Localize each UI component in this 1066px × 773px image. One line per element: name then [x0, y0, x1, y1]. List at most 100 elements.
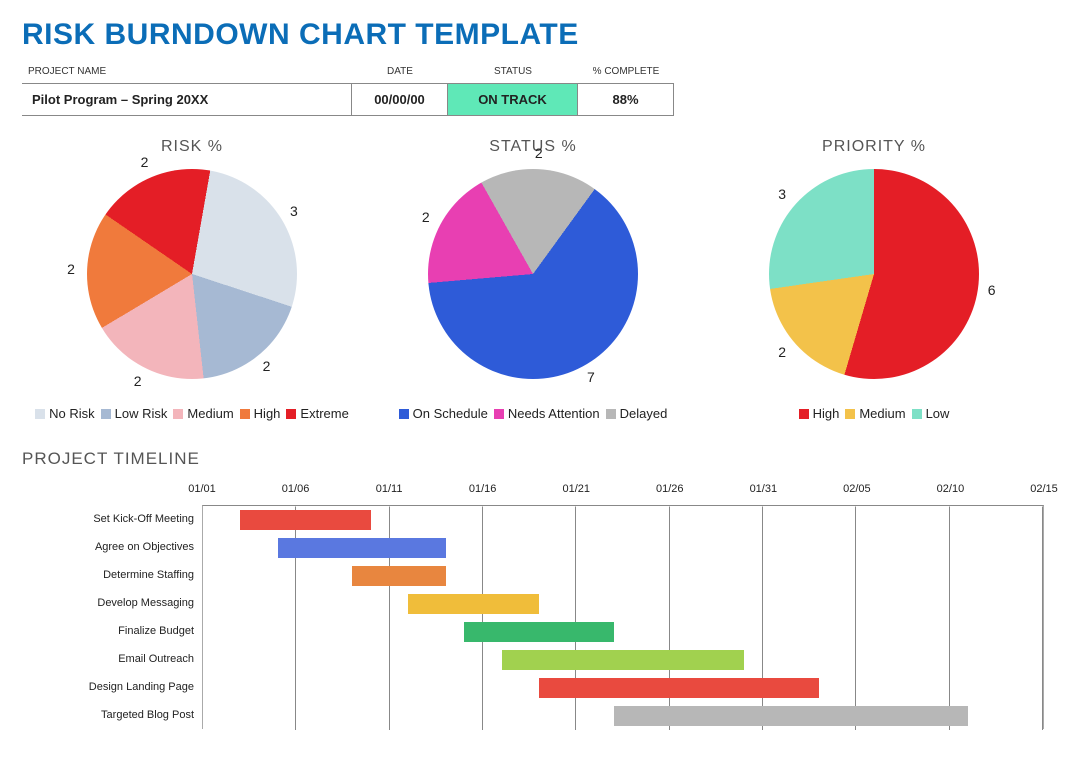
gantt-axis-tick: 01/21	[562, 483, 590, 495]
gantt-task-row	[203, 674, 1043, 702]
pie-data-label: 7	[587, 369, 595, 385]
gantt-task-label: Email Outreach	[22, 645, 202, 673]
gantt-axis-tick: 01/16	[469, 483, 497, 495]
gantt-task-row	[203, 618, 1043, 646]
gantt-chart: Set Kick-Off MeetingAgree on ObjectivesD…	[22, 505, 1044, 729]
gantt-task-label: Set Kick-Off Meeting	[22, 505, 202, 533]
pie-data-label: 2	[422, 209, 430, 225]
gantt-task-label: Finalize Budget	[22, 617, 202, 645]
pie-data-label: 2	[778, 344, 786, 360]
legend-label: Delayed	[620, 406, 668, 421]
legend-item: Medium	[845, 406, 905, 421]
gantt-axis-tick: 02/15	[1030, 483, 1058, 495]
legend-item: On Schedule	[399, 406, 488, 421]
risk-chart: RISK % 3 2 2 2 2 No Risk Low Risk Medium High Ex…	[32, 138, 352, 421]
gantt-task-label: Design Landing Page	[22, 673, 202, 701]
priority-pie: 623	[764, 164, 984, 384]
pie-data-label: 2	[141, 154, 149, 170]
gantt-task-bar	[539, 678, 819, 698]
pie-slices	[428, 169, 638, 379]
risk-chart-title: RISK %	[32, 138, 352, 156]
gantt-axis-tick: 02/10	[937, 483, 965, 495]
gantt-task-label: Targeted Blog Post	[22, 701, 202, 729]
legend-item: Low	[912, 406, 950, 421]
gantt-task-row	[203, 562, 1043, 590]
pie-slices	[87, 169, 297, 379]
gantt-task-bar	[502, 650, 745, 670]
legend-swatch	[173, 409, 183, 419]
gantt-task-bar	[278, 538, 446, 558]
td-status: ON TRACK	[448, 83, 578, 116]
gantt-task-label: Agree on Objectives	[22, 533, 202, 561]
legend-swatch	[799, 409, 809, 419]
gantt-task-label: Develop Messaging	[22, 589, 202, 617]
legend-label: High	[254, 406, 281, 421]
gantt-axis-tick: 01/06	[282, 483, 310, 495]
gantt-task-label: Determine Staffing	[22, 561, 202, 589]
legend-item: Delayed	[606, 406, 668, 421]
legend-swatch	[35, 409, 45, 419]
gantt-task-row	[203, 506, 1043, 534]
pie-data-label: 3	[778, 186, 786, 202]
th-project-name: PROJECT NAME	[22, 62, 352, 83]
gantt-task-row	[203, 590, 1043, 618]
page-title: RISK BURNDOWN CHART TEMPLATE	[22, 18, 1044, 52]
th-status: STATUS	[448, 62, 578, 83]
gantt-task-row	[203, 534, 1043, 562]
legend-swatch	[606, 409, 616, 419]
gantt-axis-tick: 01/26	[656, 483, 684, 495]
project-summary-table: PROJECT NAME DATE STATUS % COMPLETE Pilo…	[22, 62, 1044, 116]
legend-item: Medium	[173, 406, 233, 421]
legend-swatch	[286, 409, 296, 419]
gantt-task-row	[203, 702, 1043, 730]
pie-data-label: 2	[134, 373, 142, 389]
legend-item: Extreme	[286, 406, 348, 421]
gantt-task-bar	[464, 622, 613, 642]
gantt-task-bar	[614, 706, 969, 726]
priority-chart-title: PRIORITY %	[714, 138, 1034, 156]
risk-pie: 32222	[82, 164, 302, 384]
timeline-title: PROJECT TIMELINE	[22, 449, 1044, 469]
pie-data-label: 2	[263, 358, 271, 374]
legend-swatch	[845, 409, 855, 419]
legend-label: Needs Attention	[508, 406, 600, 421]
td-date: 00/00/00	[352, 83, 448, 116]
th-date: DATE	[352, 62, 448, 83]
th-complete: % COMPLETE	[578, 62, 674, 83]
legend-item: High	[240, 406, 281, 421]
legend-swatch	[101, 409, 111, 419]
status-pie: 722	[423, 164, 643, 384]
pie-data-label: 2	[67, 261, 75, 277]
gantt-axis-tick: 01/01	[188, 483, 216, 495]
gantt-axis-tick: 01/31	[750, 483, 778, 495]
status-chart-title: STATUS %	[373, 138, 693, 156]
legend-label: Medium	[187, 406, 233, 421]
legend-swatch	[494, 409, 504, 419]
pie-slices	[769, 169, 979, 379]
legend-swatch	[912, 409, 922, 419]
legend-item: No Risk	[35, 406, 95, 421]
legend-swatch	[240, 409, 250, 419]
legend-label: Low Risk	[115, 406, 168, 421]
legend-label: High	[813, 406, 840, 421]
gantt-task-bar	[352, 566, 445, 586]
legend-item: Needs Attention	[494, 406, 600, 421]
legend-item: Low Risk	[101, 406, 168, 421]
gantt-task-bar	[408, 594, 539, 614]
priority-chart: PRIORITY % 6 2 3 High Medium Low	[714, 138, 1034, 421]
legend-item: High	[799, 406, 840, 421]
legend-label: No Risk	[49, 406, 95, 421]
gantt-task-row	[203, 646, 1043, 674]
pie-data-label: 3	[290, 203, 298, 219]
status-chart: STATUS % 7 2 2 On Schedule Needs Attention D…	[373, 138, 693, 421]
gantt-axis-tick: 01/11	[376, 483, 403, 495]
legend-label: On Schedule	[413, 406, 488, 421]
legend-label: Medium	[859, 406, 905, 421]
gantt-task-bar	[240, 510, 371, 530]
gantt-axis: 01/0101/0601/1101/1601/2101/2601/3102/05…	[202, 483, 1044, 505]
pie-data-label: 2	[535, 145, 543, 161]
legend-swatch	[399, 409, 409, 419]
pie-data-label: 6	[988, 282, 996, 298]
td-project-name: Pilot Program – Spring 20XX	[22, 83, 352, 116]
td-complete: 88%	[578, 83, 674, 116]
